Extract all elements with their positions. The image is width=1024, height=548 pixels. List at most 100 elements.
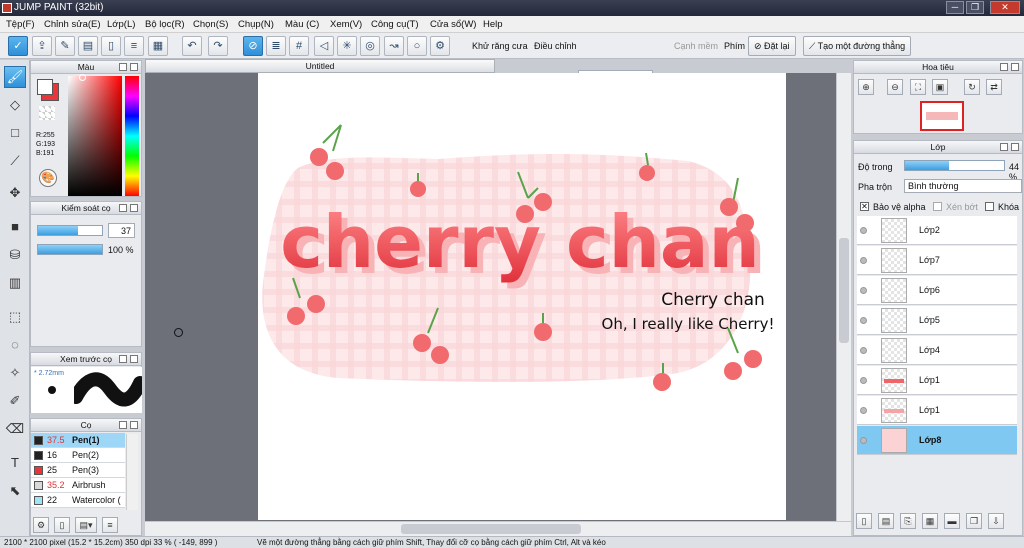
menu-view[interactable]: Xem(V)	[330, 19, 362, 30]
lock-checkbox[interactable]	[985, 202, 994, 211]
layer-mask-icon[interactable]: ▦	[922, 513, 938, 529]
fill-rect-icon[interactable]: ■	[4, 216, 26, 238]
panel-close-icon[interactable]	[1011, 63, 1019, 71]
text-icon[interactable]: T	[4, 452, 26, 474]
new-layer-icon[interactable]: ▯	[856, 513, 872, 529]
radial-ruler-icon[interactable]: ✳	[337, 36, 357, 56]
grid-ruler-icon[interactable]: #	[289, 36, 309, 56]
undock-icon[interactable]	[1000, 143, 1008, 151]
transparent-swatch[interactable]	[39, 106, 55, 120]
menu-layer[interactable]: Lớp(L)	[107, 19, 135, 30]
brush-item[interactable]: 16 Pen(2)	[31, 448, 125, 463]
select-eraser-icon[interactable]: ⌫	[4, 418, 26, 440]
clipping-checkbox[interactable]	[933, 202, 942, 211]
layer-row[interactable]: Lớp4	[857, 336, 1017, 365]
brush-menu-icon[interactable]: ▤▾	[75, 517, 97, 533]
settings-icon[interactable]: ⚙	[430, 36, 450, 56]
panel-close-icon[interactable]	[130, 204, 138, 212]
merge-layer-icon[interactable]: ⇩	[988, 513, 1004, 529]
visibility-icon[interactable]	[860, 257, 867, 264]
menu-color[interactable]: Màu (C)	[285, 19, 319, 30]
actual-size-icon[interactable]: ▣	[932, 79, 948, 95]
zoom-out-icon[interactable]: ⊖	[887, 79, 903, 95]
operation-icon[interactable]: ⬉	[4, 480, 26, 502]
select-pen-icon[interactable]: ✐	[4, 390, 26, 412]
brush-settings-icon[interactable]: ⚙	[33, 517, 49, 533]
document-tab[interactable]: Untitled	[145, 59, 495, 73]
menu-capture[interactable]: Chụp(N)	[238, 19, 274, 30]
brush-item[interactable]: 37.5 Pen(1)	[31, 433, 125, 448]
curve-ruler-icon[interactable]: ↝	[384, 36, 404, 56]
menu-filter[interactable]: Bộ lọc(R)	[145, 19, 185, 30]
page-icon[interactable]: ▯	[101, 36, 121, 56]
palette-icon[interactable]: 🎨	[39, 169, 57, 187]
canvas-paper[interactable]: cherry chan cherry chan Cherry chan Oh, …	[258, 73, 786, 520]
layer-row[interactable]: Lớp1	[857, 366, 1017, 395]
flip-icon[interactable]: ⇄	[986, 79, 1002, 95]
rectangle-icon[interactable]: □	[4, 122, 26, 144]
vertical-scroll-thumb[interactable]	[839, 238, 849, 343]
eraser-icon[interactable]: ◇	[4, 94, 26, 116]
bucket-icon[interactable]: ⛁	[4, 244, 26, 266]
layer-row[interactable]: Lớp6	[857, 276, 1017, 305]
brush-item[interactable]: 22 Watercolor (	[31, 493, 125, 508]
brush-size-input[interactable]: 37	[108, 223, 135, 238]
brush-item[interactable]: 25 Pen(3)	[31, 463, 125, 478]
panel-close-icon[interactable]	[130, 421, 138, 429]
undo-icon[interactable]: ↶	[182, 36, 202, 56]
grid-icon[interactable]: ▦	[148, 36, 168, 56]
undock-icon[interactable]	[119, 421, 127, 429]
visibility-icon[interactable]	[860, 437, 867, 444]
menu-help[interactable]: Help	[483, 19, 503, 30]
layer-opacity-slider[interactable]	[904, 160, 1005, 171]
brush-item[interactable]: 35.2 Airbrush	[31, 478, 125, 493]
gradient-icon[interactable]: ▥	[4, 272, 26, 294]
ruler-none-icon[interactable]: ⊘	[243, 36, 263, 56]
horizontal-scrollbar[interactable]	[145, 521, 851, 536]
layer-row[interactable]: Lớp7	[857, 246, 1017, 275]
select-rect-icon[interactable]: ⬚	[4, 306, 26, 328]
layer-row[interactable]: Lớp1	[857, 396, 1017, 425]
fit-screen-icon[interactable]: ⛶	[910, 79, 926, 95]
visibility-icon[interactable]	[860, 347, 867, 354]
layer-row[interactable]: Lớp8	[857, 426, 1017, 455]
brush-size-slider[interactable]	[37, 225, 103, 236]
menu-window[interactable]: Cửa sổ(W)	[430, 19, 476, 30]
export-icon[interactable]: ⇪	[32, 36, 52, 56]
rotate-icon[interactable]: ↻	[964, 79, 980, 95]
menu-file[interactable]: Tệp(F)	[6, 19, 35, 30]
straight-line-button[interactable]: ⟋ Tạo một đường thẳng	[803, 36, 912, 56]
panel-close-icon[interactable]	[130, 63, 138, 71]
new-brush-icon[interactable]: ▯	[54, 517, 70, 533]
magic-wand-icon[interactable]: ✧	[4, 362, 26, 384]
alpha-protect-checkbox[interactable]: ✕	[860, 202, 869, 211]
brush-opacity-slider[interactable]	[37, 244, 103, 255]
visibility-icon[interactable]	[860, 407, 867, 414]
brush-icon[interactable]: 🖌	[4, 66, 26, 88]
copy-layer-icon[interactable]: ❐	[966, 513, 982, 529]
menu-tools[interactable]: Công cụ(T)	[371, 19, 419, 30]
horizontal-scroll-thumb[interactable]	[401, 524, 581, 534]
comment-icon[interactable]: ✎	[55, 36, 75, 56]
close-button[interactable]: ✕	[990, 1, 1020, 14]
layer-row[interactable]: Lớp2	[857, 216, 1017, 245]
minimize-button[interactable]: ─	[946, 1, 964, 14]
layer-row[interactable]: Lớp5	[857, 306, 1017, 335]
message-icon[interactable]: ▤	[78, 36, 98, 56]
ellipse-ruler-icon[interactable]: ○	[407, 36, 427, 56]
visibility-icon[interactable]	[860, 227, 867, 234]
undock-icon[interactable]	[119, 355, 127, 363]
new-folder-layer-icon[interactable]: ▤	[878, 513, 894, 529]
brush-list-scrollbar[interactable]	[126, 434, 138, 510]
perspective-ruler-icon[interactable]: ◁	[314, 36, 334, 56]
hue-slider[interactable]	[125, 76, 139, 196]
duplicate-layer-icon[interactable]: ⎘	[900, 513, 916, 529]
visibility-icon[interactable]	[860, 377, 867, 384]
zoom-in-icon[interactable]: ⊕	[858, 79, 874, 95]
undock-icon[interactable]	[1000, 63, 1008, 71]
folder-icon[interactable]: ▬	[944, 513, 960, 529]
visibility-icon[interactable]	[860, 287, 867, 294]
parallel-ruler-icon[interactable]: ≣	[266, 36, 286, 56]
panel-close-icon[interactable]	[1011, 143, 1019, 151]
redo-icon[interactable]: ↷	[208, 36, 228, 56]
